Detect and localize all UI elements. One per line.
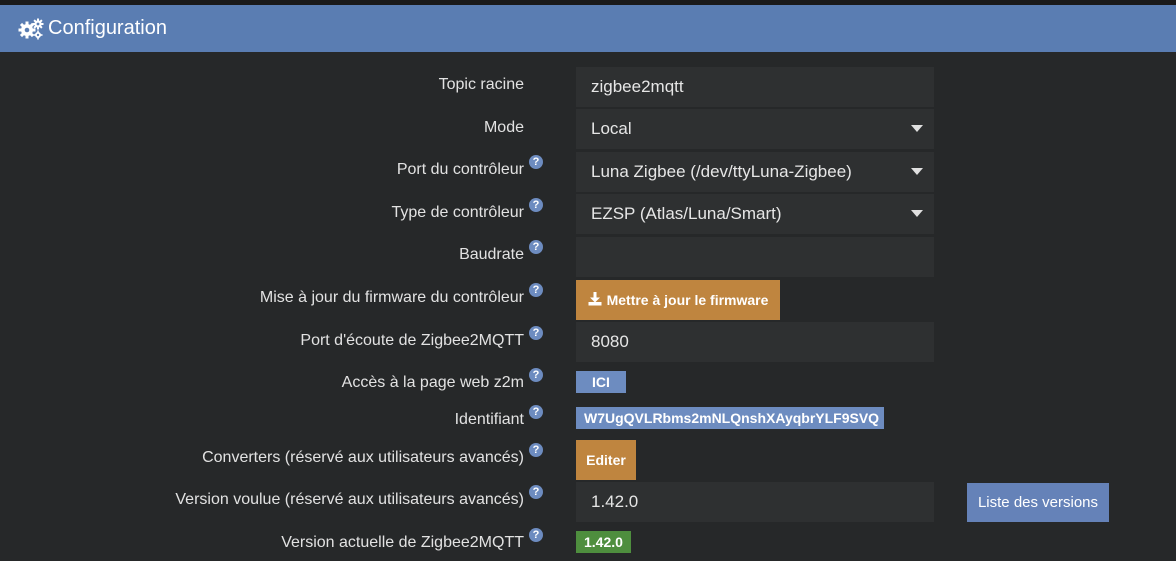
baudrate-input[interactable] — [576, 237, 934, 277]
current-version-badge: 1.42.0 — [576, 531, 631, 553]
wanted-version-input[interactable]: 1.42.0 — [576, 482, 934, 522]
help-icon[interactable]: ? — [529, 155, 543, 169]
listen-port-input[interactable]: 8080 — [576, 322, 934, 362]
topic-root-input[interactable]: zigbee2mqtt — [576, 67, 934, 107]
mode-select[interactable]: Local — [576, 109, 934, 149]
configuration-panel: Topic racine zigbee2mqtt Mode Local Port… — [0, 52, 1176, 561]
help-icon[interactable]: ? — [529, 443, 543, 457]
controller-port-value: Luna Zigbee (/dev/ttyLuna-Zigbee) — [591, 162, 852, 181]
listen-port-label: Port d'écoute de Zigbee2MQTT — [300, 332, 524, 349]
current-version-label: Version actuelle de Zigbee2MQTT — [281, 534, 524, 551]
identifier-badge: W7UgQVLRbms2mNLQnshXAyqbrYLF9SVQ — [576, 407, 884, 429]
help-icon[interactable]: ? — [529, 528, 543, 542]
identifier-label: Identifiant — [454, 411, 524, 428]
caret-down-icon — [911, 125, 923, 132]
controller-type-select[interactable]: EZSP (Atlas/Luna/Smart) — [576, 194, 934, 234]
web-access-link[interactable]: ICI — [576, 371, 626, 393]
panel-title: Configuration — [48, 17, 167, 39]
version-list-button[interactable]: Liste des versions — [967, 483, 1109, 522]
converters-label: Converters (réservé aux utilisateurs ava… — [202, 449, 524, 466]
controller-port-select[interactable]: Luna Zigbee (/dev/ttyLuna-Zigbee) — [576, 152, 934, 192]
caret-down-icon — [911, 168, 923, 175]
update-firmware-label: Mettre à jour le firmware — [606, 292, 769, 308]
download-icon — [588, 291, 602, 309]
wanted-version-label: Version voulue (réservé aux utilisateurs… — [175, 491, 524, 508]
topic-root-label: Topic racine — [438, 76, 524, 93]
caret-down-icon — [911, 210, 923, 217]
help-icon[interactable]: ? — [529, 326, 543, 340]
web-access-label: Accès à la page web z2m — [341, 374, 524, 391]
edit-converters-button[interactable]: Editer — [576, 440, 636, 480]
mode-label: Mode — [483, 119, 524, 136]
mode-select-value: Local — [591, 119, 632, 138]
gears-icon — [18, 18, 44, 40]
update-firmware-button[interactable]: Mettre à jour le firmware — [576, 280, 780, 320]
help-icon[interactable]: ? — [529, 198, 543, 212]
baudrate-label: Baudrate — [459, 246, 524, 263]
panel-header: Configuration — [0, 5, 1176, 52]
help-icon[interactable]: ? — [529, 368, 543, 382]
controller-port-label: Port du contrôleur — [396, 161, 524, 178]
controller-type-label: Type de contrôleur — [391, 204, 524, 221]
help-icon[interactable]: ? — [529, 240, 543, 254]
help-icon[interactable]: ? — [529, 405, 543, 419]
help-icon[interactable]: ? — [529, 283, 543, 297]
firmware-label: Mise à jour du firmware du contrôleur — [259, 289, 524, 306]
controller-type-value: EZSP (Atlas/Luna/Smart) — [591, 204, 782, 223]
help-icon[interactable]: ? — [529, 485, 543, 499]
